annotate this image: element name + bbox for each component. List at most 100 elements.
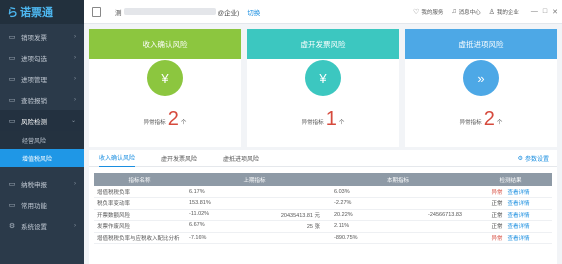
result-cell: 正常 查看详情 (469, 197, 552, 210)
sidebar-item-input-select[interactable]: ▭ 进项勾选 › (0, 47, 84, 68)
indicator-name: 开票数额风险 (94, 209, 182, 221)
document-icon (92, 6, 101, 17)
sidebar-item-common[interactable]: ▭ 常用功能 (0, 194, 84, 215)
sidebar-item-sales-invoices[interactable]: ▭ 销项发票 › (0, 26, 84, 47)
sidebar-item-tax-filing[interactable]: ▭ 纳税申报 › (0, 173, 84, 194)
card-income-risk[interactable]: 收入确认风险 ¥ 异常指标 2 个 (89, 29, 241, 147)
switch-company-link[interactable]: 切换 (247, 7, 260, 17)
card-fake-invoice-risk[interactable]: 虚开发票风险 ¥ 异常指标 1 个 (247, 29, 399, 147)
tab-income-risk[interactable]: 收入确认风险 (99, 150, 136, 167)
sidebar-item-verify[interactable]: ▭ 查验报销 › (0, 89, 84, 110)
invoice-icon: ▭ (8, 33, 16, 41)
checklist-icon: ▭ (8, 54, 16, 62)
messages-button[interactable]: ♫ 消息中心 (451, 8, 480, 16)
sidebar-item-label: 销项发票 (21, 34, 47, 42)
status-badge: 正常 (491, 212, 503, 219)
star-icon: ▭ (8, 201, 16, 209)
topbar: 测 @企业) 切换 ♡ 我的服务 ♫ 消息中心 ♙ 我的企业 — □ ✕ (84, 0, 562, 24)
parameter-settings-button[interactable]: ⚙ 参数设置 (518, 154, 549, 163)
chevron-right-icon: › (74, 54, 76, 61)
gear-icon: ⚙ (8, 222, 16, 230)
chevron-right-icon: › (74, 33, 76, 40)
view-detail-link[interactable]: 查看详情 (508, 201, 530, 207)
view-detail-link[interactable]: 查看详情 (508, 190, 530, 196)
bell-icon: ♫ (451, 8, 457, 15)
card-title: 虚抵进项风险 (405, 29, 557, 59)
col-header-cur: 本期指标 (327, 173, 469, 186)
status-badge: 异常 (491, 189, 503, 196)
sidebar-item-label: 系统设置 (21, 223, 47, 231)
indicator-name: 税负率变动率 (94, 197, 182, 210)
col-header-result: 检测结果 (469, 173, 552, 186)
prev-amount: 20435413.81 元 (280, 212, 320, 219)
app-logo: ら 诺票通 (0, 0, 84, 24)
abnormal-count: 2 (483, 108, 495, 130)
cur-value: 2.11% (334, 223, 350, 230)
cur-value: -2.27% (334, 200, 352, 207)
cur-value-cell: 6.03% (327, 186, 469, 198)
sidebar-item-label: 常用功能 (21, 202, 47, 210)
result-cell: 异常 查看详情 (469, 186, 552, 198)
cur-value-cell: 2.11% (327, 220, 469, 233)
result-cell: 异常 查看详情 (469, 232, 552, 244)
sidebar-subitem-vat-risk[interactable]: 增值税风险 (0, 149, 84, 167)
prev-amount: 25 张 (306, 224, 320, 231)
sidebar-item-label: 风险检测 (21, 118, 47, 126)
cur-amount: -24566713.83 (428, 211, 462, 218)
sidebar-item-risk-check[interactable]: ▭ 风险检测 ⌄ (0, 110, 84, 131)
cur-value: 6.03% (334, 188, 350, 195)
sidebar-item-settings[interactable]: ⚙ 系统设置 › (0, 215, 84, 236)
profile-button[interactable]: ♙ 我的企业 (489, 8, 519, 16)
card-title: 收入确认风险 (89, 29, 241, 59)
profile-label: 我的企业 (496, 9, 519, 16)
prev-value-cell: -7.16% (182, 232, 327, 244)
chevron-right-icon: › (74, 75, 76, 82)
view-detail-link[interactable]: 查看详情 (508, 224, 530, 230)
sidebar-item-label: 进项管理 (21, 76, 47, 84)
close-button[interactable]: ✕ (552, 8, 558, 16)
indicator-name: 增值税税负率 (94, 186, 182, 198)
sidebar-item-input-manage[interactable]: ▭ 进项管理 › (0, 68, 84, 89)
risk-cards: 收入确认风险 ¥ 异常指标 2 个 虚开发票风险 ¥ 异常指标 1 个 虚抵进项… (89, 29, 557, 147)
col-header-prev: 上期指标 (182, 173, 327, 186)
indicator-table: 指标名称 上期指标 本期指标 检测结果 增值税税负率 6.17% 6.03% 异常 查看… (94, 173, 552, 244)
prev-value-cell: 6.17% (182, 186, 327, 198)
count-label: 异常指标 (459, 120, 482, 126)
view-detail-link[interactable]: 查看详情 (508, 236, 530, 242)
settings-label: 参数设置 (524, 156, 549, 163)
company-prefix: 测 (115, 9, 122, 17)
prev-value: 6.17% (189, 188, 205, 195)
chevron-right-icon: › (74, 222, 76, 229)
col-header-name: 指标名称 (94, 173, 182, 186)
user-icon: ♙ (488, 8, 495, 16)
status-badge: 异常 (491, 235, 503, 242)
company-suffix: @企业) (217, 9, 240, 17)
sidebar-subitem-business-risk[interactable]: 经营风险 (0, 131, 84, 149)
top-actions: ♡ 我的服务 ♫ 消息中心 ♙ 我的企业 — □ ✕ (413, 8, 558, 16)
cur-value: 20.22% (334, 211, 353, 218)
gear-icon: ⚙ (517, 155, 523, 162)
table-row: 发票作废风险 6.67% 25 张 2.11% 正常 查看详情 (94, 220, 552, 233)
maximize-button[interactable]: □ (543, 8, 547, 16)
result-cell: 正常 查看详情 (469, 220, 552, 233)
tab-fake-invoice-risk[interactable]: 虚开发票风险 (161, 150, 197, 167)
table-row: 开票数额风险 -11.02% 20435413.81 元 20.22% -2456671… (94, 209, 552, 221)
card-input-deduction-risk[interactable]: 虚抵进项风险 » 异常指标 2 个 (405, 29, 557, 147)
prev-value: -11.02% (189, 210, 210, 217)
sidebar: ら 诺票通 ▭ 销项发票 › ▭ 进项勾选 › ▭ 进项管理 › ▭ 查验报销 › ▭ 风险检测 ⌄… (0, 0, 84, 264)
minimize-button[interactable]: — (531, 8, 538, 16)
company-redacted (123, 8, 216, 15)
result-cell: 正常 查看详情 (469, 209, 552, 221)
count-label: 异常指标 (143, 120, 166, 126)
status-badge: 正常 (491, 224, 503, 231)
view-detail-link[interactable]: 查看详情 (508, 213, 530, 219)
service-button[interactable]: ♡ 我的服务 (413, 8, 443, 16)
tab-input-deduction-risk[interactable]: 虚抵进项风险 (223, 150, 259, 167)
table-row: 增值税税负率与应税收入配比分析 -7.16% -890.75% 异常 查看详情 (94, 232, 552, 244)
status-badge: 正常 (491, 201, 503, 208)
count-unit: 个 (180, 120, 187, 126)
indicator-name: 增值税税负率与应税收入配比分析 (94, 232, 182, 244)
card-title: 虚开发票风险 (247, 29, 399, 59)
sidebar-item-label: 进项勾选 (21, 55, 47, 63)
indicator-name: 发票作废风险 (94, 220, 182, 233)
